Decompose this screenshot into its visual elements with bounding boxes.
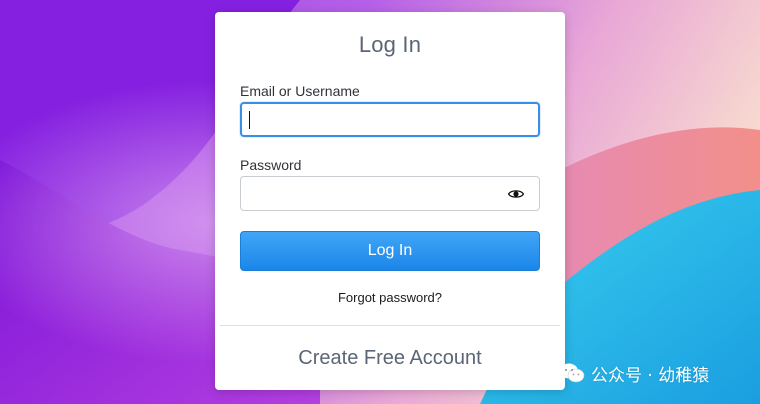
password-input[interactable] [240, 176, 540, 211]
watermark-text: 公众号 · 幼稚猿 [591, 365, 710, 386]
password-label: Password [240, 157, 302, 173]
wechat-icon [560, 363, 585, 383]
watermark: 公众号 · 幼稚猿 [559, 362, 710, 386]
divider [220, 325, 560, 326]
login-title: Log In [358, 32, 422, 57]
eye-icon[interactable] [508, 189, 524, 199]
text-caret [249, 111, 250, 129]
create-account-link[interactable]: Create Free Account [215, 347, 565, 370]
login-button[interactable]: Log In [240, 231, 540, 271]
forgot-password-link[interactable]: Forgot password? [215, 290, 565, 305]
login-card: Log In Email or Username Password Log In… [215, 12, 565, 390]
email-label: Email or Username [240, 83, 360, 99]
email-input[interactable] [240, 102, 540, 137]
